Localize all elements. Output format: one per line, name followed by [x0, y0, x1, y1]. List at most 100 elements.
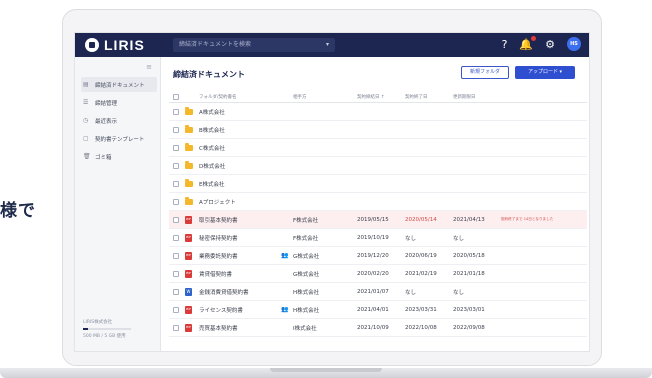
row-end-date: 2022/10/08 [405, 324, 437, 331]
row-checkbox[interactable] [173, 108, 179, 115]
row-renew-date: 2021/04/13 [453, 216, 485, 223]
row-name[interactable]: 業務委託契約書 [199, 252, 281, 260]
row-name[interactable]: 金銭消費貸借契約書 [199, 288, 281, 296]
new-folder-button[interactable]: 新規フォルダ [461, 66, 509, 79]
usage-company: LIRIS株式会社 [83, 320, 113, 325]
row-signed-date: 2021/01/07 [357, 288, 389, 295]
pdf-file-icon: PDF [185, 215, 192, 224]
row-check-cell [169, 198, 185, 205]
logo-icon [85, 38, 99, 52]
table-row[interactable]: PDF 賃貸借契約書 G株式会社 2020/02/20 2021/02/19 2021/0… [169, 265, 587, 283]
row-name[interactable]: C株式会社 [199, 144, 281, 152]
collapse-menu-icon[interactable]: ≡ [146, 63, 152, 71]
row-icon-cell [185, 160, 199, 169]
row-party: I株式会社 [293, 325, 317, 332]
sidebar-item-0[interactable]: ▤ 締結済ドキュメント [81, 77, 157, 92]
table-row[interactable]: B株式会社 [169, 121, 587, 139]
avatar[interactable]: HS [567, 37, 581, 51]
row-name[interactable]: Aプロジェクト [199, 198, 281, 206]
table-row[interactable]: W 金銭消費貸借契約書 H株式会社 2021/01/07 なし なし [169, 283, 587, 301]
row-checkbox[interactable] [173, 198, 179, 205]
row-check-cell [169, 216, 185, 223]
row-checkbox[interactable] [173, 234, 179, 241]
col-end[interactable]: 契約終了日 [405, 94, 453, 100]
sidebar-item-icon: 🗑 [83, 153, 91, 160]
row-checkbox[interactable] [173, 288, 179, 295]
row-checkbox[interactable] [173, 306, 179, 313]
table-row[interactable]: Aプロジェクト [169, 193, 587, 211]
row-name[interactable]: 売買基本契約書 [199, 324, 281, 332]
table-row[interactable]: A株式会社 [169, 103, 587, 121]
page-title: 締結済ドキュメント [173, 70, 245, 79]
col-party[interactable]: 相手方 [293, 94, 357, 100]
row-check-cell [169, 180, 185, 187]
folder-icon [185, 106, 193, 115]
row-icon-cell: PDF [185, 215, 199, 224]
search-input[interactable]: 締結済ドキュメントを検索 ▾ [173, 38, 335, 52]
table-row[interactable]: D株式会社 [169, 157, 587, 175]
sidebar-item-2[interactable]: ◷ 最近表示 [81, 113, 157, 128]
row-checkbox[interactable] [173, 144, 179, 151]
table-header: フォルダ/契約書名 相手方 契約締結日 ↑ 契約終了日 更新期限日 [169, 91, 587, 103]
row-name[interactable]: 秘密保持契約書 [199, 234, 281, 242]
col-signed[interactable]: 契約締結日 ↑ [357, 94, 405, 100]
table-row[interactable]: PDF 取引基本契約書 F株式会社 2019/05/15 2020/05/14 2021/… [169, 211, 587, 229]
shared-users-icon: 👥 [281, 252, 289, 259]
pdf-file-icon: PDF [185, 233, 192, 242]
row-checkbox[interactable] [173, 324, 179, 331]
row-check-cell [169, 108, 185, 115]
row-name[interactable]: D株式会社 [199, 162, 281, 170]
row-renew-date: 2022/09/08 [453, 324, 485, 331]
logo-text: LIRIS [104, 37, 145, 53]
notification-bell-icon[interactable]: 🔔 [519, 35, 537, 51]
upload-button[interactable]: アップロード ▾ [515, 66, 575, 79]
gear-icon[interactable]: ⚙ [545, 38, 555, 51]
row-renew-date: 2021/01/18 [453, 270, 485, 277]
col-renew[interactable]: 更新期限日 [453, 94, 501, 100]
folder-icon [185, 178, 193, 187]
sidebar-item-label: 締結管理 [95, 100, 118, 107]
sidebar-item-icon: ◷ [83, 117, 89, 124]
row-name[interactable]: A株式会社 [199, 108, 281, 116]
app-screen: LIRIS 締結済ドキュメントを検索 ▾ ? 🔔 ⚙ HS ≡ ▤ 締結済ドキュメ… [74, 32, 590, 352]
row-name[interactable]: 取引基本契約書 [199, 216, 281, 224]
storage-usage: LIRIS株式会社 500 MB / 5 GB 使用 [83, 319, 155, 339]
row-name[interactable]: 賃貸借契約書 [199, 270, 281, 278]
pdf-file-icon: PDF [185, 305, 192, 314]
help-icon[interactable]: ? [502, 38, 508, 51]
row-end-date: なし [405, 235, 417, 242]
table-row[interactable]: PDF 売買基本契約書 I株式会社 2021/10/09 2022/10/08 2022/… [169, 319, 587, 337]
row-end-date: 2023/03/31 [405, 306, 437, 313]
sidebar-item-icon: ▤ [83, 81, 89, 88]
row-name[interactable]: ライセンス契約書 [199, 306, 281, 314]
sidebar-item-label: 最近表示 [95, 118, 118, 125]
row-checkbox[interactable] [173, 162, 179, 169]
table-row[interactable]: E株式会社 [169, 175, 587, 193]
folder-icon [185, 196, 193, 205]
sidebar-item-3[interactable]: ▢ 契約書テンプレート [81, 131, 157, 146]
chevron-down-icon[interactable]: ▾ [326, 38, 329, 52]
col-name[interactable]: フォルダ/契約書名 [199, 94, 281, 100]
row-icon-cell: W [185, 287, 199, 296]
row-icon-cell [185, 196, 199, 205]
app-logo[interactable]: LIRIS [85, 37, 145, 53]
row-name[interactable]: B株式会社 [199, 126, 281, 134]
row-icon-cell: PDF [185, 323, 199, 332]
table-row[interactable]: PDF ライセンス契約書 👥 H株式会社 2021/04/01 2023/03/31 202… [169, 301, 587, 319]
row-checkbox[interactable] [173, 180, 179, 187]
sidebar-item-1[interactable]: ☰ 締結管理 [81, 95, 157, 110]
table-row[interactable]: PDF 秘密保持契約書 F株式会社 2019/10/19 なし なし [169, 229, 587, 247]
sidebar-item-4[interactable]: 🗑 ゴミ箱 [81, 149, 157, 164]
row-checkbox[interactable] [173, 216, 179, 223]
row-checkbox[interactable] [173, 270, 179, 277]
row-icon-cell: PDF [185, 305, 199, 314]
row-checkbox[interactable] [173, 252, 179, 259]
table-row[interactable]: C株式会社 [169, 139, 587, 157]
select-all-checkbox[interactable] [173, 93, 179, 100]
row-name[interactable]: E株式会社 [199, 180, 281, 188]
row-icon-cell [185, 106, 199, 115]
marketing-stage: 様で LIRIS 締結済ドキュメントを検索 ▾ ? 🔔 ⚙ HS ≡ ▤ 締結済… [0, 0, 652, 378]
table-row[interactable]: PDF 業務委託契約書 👥 G株式会社 2019/12/20 2020/06/19 2020… [169, 247, 587, 265]
pdf-file-icon: PDF [185, 269, 192, 278]
row-checkbox[interactable] [173, 126, 179, 133]
